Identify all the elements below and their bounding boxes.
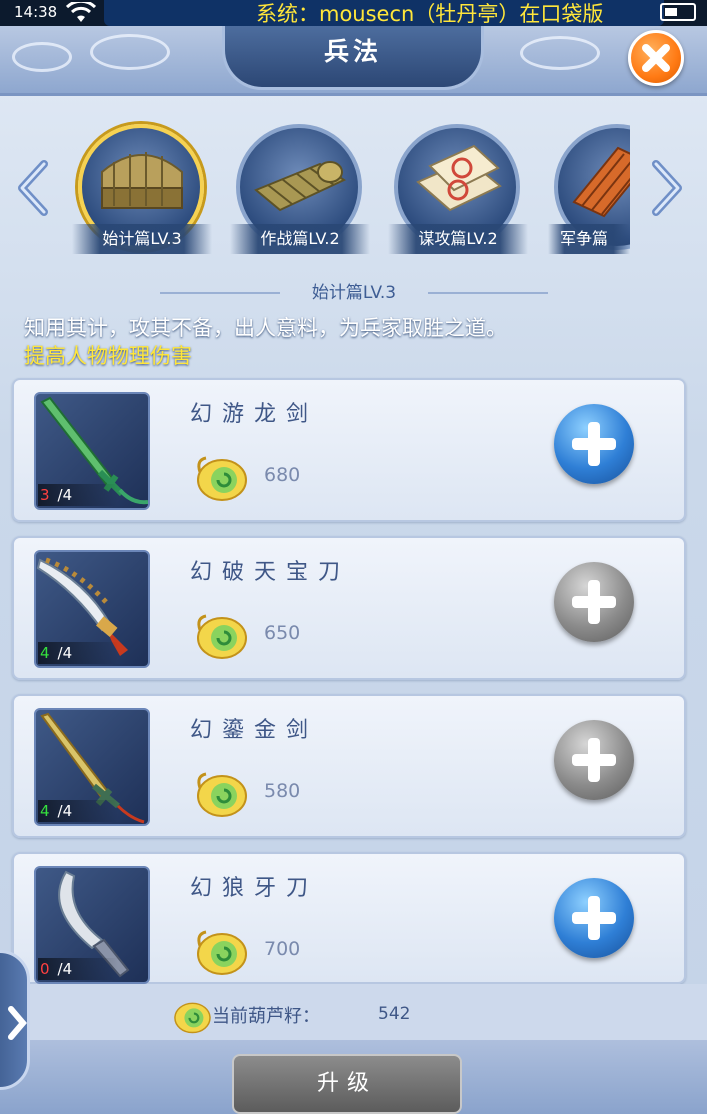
system-notice: 系统：mousecn（牡丹亭）在口袋版 [104, 0, 664, 26]
add-item-button[interactable] [554, 404, 634, 484]
item-quantity: 4/4 [38, 800, 118, 822]
book-shiji[interactable]: 始计篇LV.3 [72, 120, 212, 260]
bamboo-scroll-icon [254, 161, 347, 212]
item-quantity: 3/4 [38, 484, 118, 506]
gourd-seed-icon [197, 772, 247, 817]
title-plate: 兵法 [222, 26, 484, 90]
item-cost: 580 [264, 780, 301, 802]
close-button[interactable] [628, 30, 684, 86]
item-card: 0/4 幻狼牙刀 700 [12, 852, 686, 984]
carousel-next-button[interactable] [648, 160, 684, 216]
close-icon [642, 44, 670, 72]
status-bar: 14:38 系统：mousecn（牡丹亭）在口袋版 [0, 0, 707, 26]
item-card: 4/4 幻破天宝刀 650 [12, 536, 686, 680]
required-count: /4 [57, 486, 73, 504]
item-cost: 650 [264, 622, 301, 644]
gourd-seed-icon [197, 930, 247, 975]
chevron-right-icon [8, 1006, 27, 1040]
item-thumbnail: 4/4 [34, 550, 150, 668]
battery-icon [660, 3, 696, 21]
item-quantity: 0/4 [38, 958, 118, 980]
side-drawer-handle[interactable] [0, 950, 30, 1090]
currency-strip [0, 984, 707, 1040]
book-label: 谋攻篇LV.2 [388, 224, 528, 254]
gourd-seed-icon [197, 456, 247, 501]
item-name: 幻游龙剑 [190, 402, 319, 427]
book-junzheng[interactable]: 军争篇 [548, 120, 630, 260]
book-label: 作战篇LV.2 [230, 224, 370, 254]
item-thumbnail: 4/4 [34, 708, 150, 826]
cloud-ornament [90, 34, 170, 70]
screen: 14:38 系统：mousecn（牡丹亭）在口袋版 兵法 始计篇LV.3 作战篇… [0, 0, 707, 1114]
paper-book-icon [416, 144, 502, 212]
seed-balance-value: 542 [378, 1004, 411, 1024]
item-name: 幻狼牙刀 [190, 876, 319, 901]
item-quantity: 4/4 [38, 642, 118, 664]
selected-book-title: 始计篇LV.3 [160, 280, 548, 306]
wifi-icon [66, 2, 96, 22]
owned-count: 4 [40, 644, 50, 662]
item-cost: 700 [264, 938, 301, 960]
cloud-ornament [12, 42, 72, 72]
status-time: 14:38 [14, 3, 58, 21]
rolled-scroll-icon [572, 146, 630, 218]
bamboo-bundle-icon [101, 152, 183, 209]
page-title: 兵法 [323, 37, 382, 66]
item-cost: 680 [264, 464, 301, 486]
gourd-seed-icon [174, 1002, 211, 1034]
required-count: /4 [57, 802, 73, 820]
item-name: 幻破天宝刀 [190, 560, 351, 585]
add-item-button[interactable] [554, 562, 634, 642]
book-description: 知用其计，攻其不备，出人意料，为兵家取胜之道。 [24, 316, 507, 340]
add-item-button[interactable] [554, 878, 634, 958]
owned-count: 0 [40, 960, 50, 978]
add-item-button[interactable] [554, 720, 634, 800]
gourd-seed-icon [197, 614, 247, 659]
item-card: 3/4 幻游龙剑 680 [12, 378, 686, 522]
upgrade-button[interactable]: 升级 [232, 1054, 462, 1114]
owned-count: 4 [40, 802, 50, 820]
required-count: /4 [57, 644, 73, 662]
book-effect: 提高人物物理伤害 [24, 344, 192, 368]
required-count: /4 [57, 960, 73, 978]
book-label: 军争篇 [548, 224, 630, 254]
book-mougong[interactable]: 谋攻篇LV.2 [388, 120, 528, 260]
book-zuozhan[interactable]: 作战篇LV.2 [230, 120, 370, 260]
item-name: 幻鎏金剑 [190, 718, 319, 743]
cloud-ornament [520, 36, 600, 70]
carousel-prev-button[interactable] [16, 160, 52, 216]
item-thumbnail: 3/4 [34, 392, 150, 510]
owned-count: 3 [40, 486, 50, 504]
system-notice-text: 系统：mousecn（牡丹亭）在口袋版 [256, 2, 604, 26]
item-thumbnail: 0/4 [34, 866, 150, 984]
seed-balance-label: 当前葫芦籽： [212, 1006, 320, 1027]
book-label: 始计篇LV.3 [72, 224, 212, 254]
item-card: 4/4 幻鎏金剑 580 [12, 694, 686, 838]
